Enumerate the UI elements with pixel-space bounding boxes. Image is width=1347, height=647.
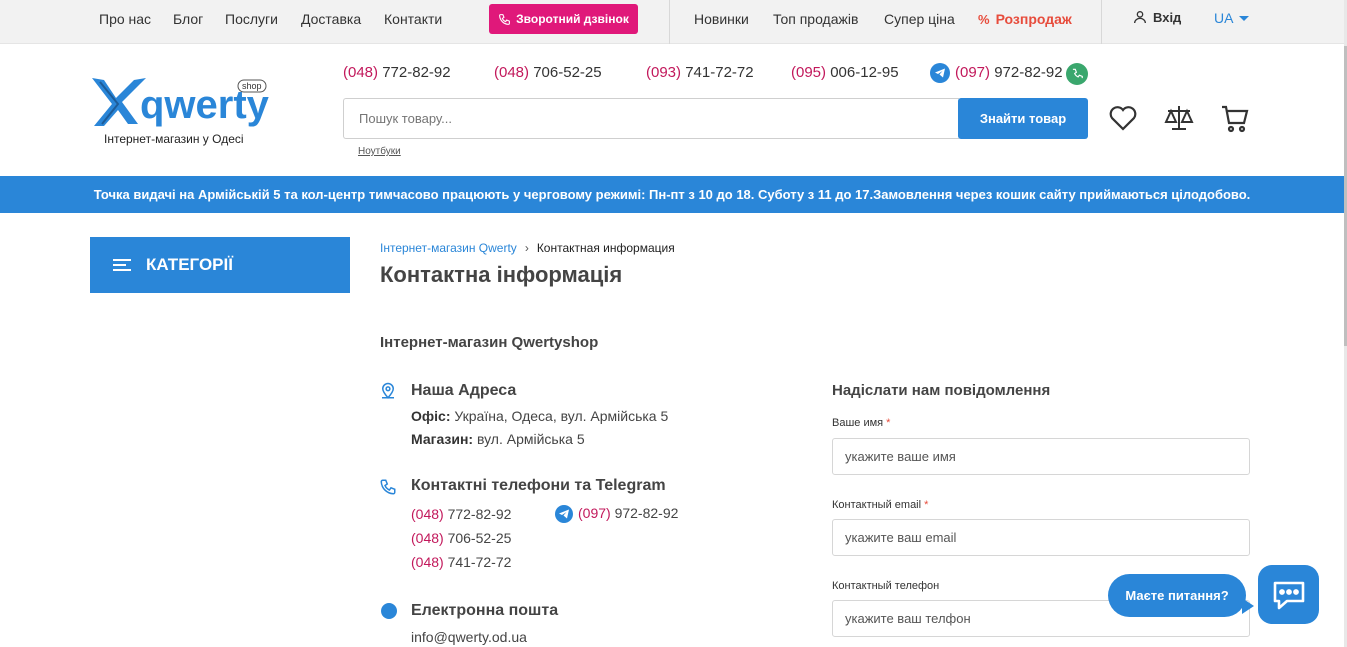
store-name: Інтернет-магазин Qwertyshop [380, 334, 599, 351]
chat-open-button[interactable] [1258, 565, 1319, 624]
contact-phone[interactable]: (048) 741-72-72 [411, 554, 511, 570]
office-address: Офіс: Україна, Одеса, вул. Армійська 5 [411, 408, 668, 424]
user-icon [1134, 11, 1146, 24]
phone-code: (093) [646, 64, 682, 81]
chevron-right-icon: › [524, 241, 529, 255]
chat-bubble-tail [1242, 598, 1254, 614]
office-label: Офіс: [411, 408, 451, 424]
notice-banner: Точка видачі на Армійській 5 та кол-цент… [0, 176, 1344, 213]
categories-label: КАТЕГОРІЇ [146, 255, 233, 274]
breadcrumb: Інтернет-магазин Qwerty › Контактная инф… [380, 241, 675, 255]
cart-icon[interactable] [1219, 102, 1251, 134]
login-label: Вхід [1153, 9, 1182, 25]
phone-code: (048) [411, 530, 444, 546]
callback-button[interactable]: Зворотний дзвінок [489, 4, 638, 34]
contact-phone[interactable]: (048) 772-82-92 [411, 506, 511, 522]
sale-label: Розпродаж [995, 11, 1072, 27]
page-title: Контактна інформація [380, 262, 623, 287]
menu-icon [113, 259, 131, 271]
nav-link-about[interactable]: Про нас [99, 10, 151, 28]
shop-label: Магазин: [411, 431, 474, 447]
header-phone[interactable]: (093) 741-72-72 [646, 64, 754, 81]
phone-code: (048) [343, 64, 379, 81]
nav-link-blog[interactable]: Блог [173, 10, 203, 28]
shop-address: Магазин: вул. Армійська 5 [411, 431, 585, 447]
percent-icon: % [978, 12, 990, 27]
name-field-label: Ваше имя * [832, 417, 890, 429]
breadcrumb-current: Контактная информация [536, 241, 675, 255]
phone-code: (097) [578, 505, 611, 521]
chevron-down-icon [1239, 15, 1250, 21]
search-input[interactable] [343, 98, 959, 139]
phone-number: 706-52-25 [533, 64, 602, 81]
phone-icon [380, 479, 396, 495]
nav-link-delivery[interactable]: Доставка [301, 10, 361, 28]
nav-link-new[interactable]: Новинки [694, 10, 749, 28]
top-bar: Про нас Блог Послуги Доставка Контакти З… [0, 0, 1347, 44]
phone-number: 972-82-92 [994, 63, 1063, 81]
email-field-label: Контактный email * [832, 499, 928, 511]
categories-menu-button[interactable]: КАТЕГОРІЇ [90, 237, 350, 293]
search-hint-link[interactable]: Ноутбуки [358, 146, 401, 157]
nav-link-super-price[interactable]: Супер ціна [884, 10, 955, 28]
telegram-icon [555, 505, 573, 524]
required-mark: * [886, 417, 891, 429]
office-value: Україна, Одеса, вул. Армійська 5 [450, 408, 669, 424]
phone-number: 772-82-92 [443, 506, 512, 522]
telegram-icon [930, 63, 950, 83]
chat-prompt-bubble[interactable]: Маєте питання? [1108, 574, 1246, 617]
email-value[interactable]: info@qwerty.od.ua [411, 629, 527, 645]
phone-number: 741-72-72 [685, 64, 754, 81]
header-phone[interactable]: (048) 772-82-92 [343, 64, 451, 81]
search-button[interactable]: Знайти товар [958, 98, 1088, 139]
nav-link-top-sales[interactable]: Топ продажів [773, 10, 858, 28]
breadcrumb-home[interactable]: Інтернет-магазин Qwerty [380, 241, 517, 255]
form-title: Надіслати нам повідомлення [832, 382, 1051, 399]
contacts-title: Контактні телефони та Telegram [411, 477, 666, 494]
phone-number: 706-52-25 [443, 530, 512, 546]
phone-code: (048) [411, 506, 444, 522]
logo-badge: shop [242, 81, 262, 91]
name-input[interactable] [832, 438, 1250, 475]
header-telegram-phone[interactable]: (097) 972-82-92 [930, 63, 1063, 83]
divider [669, 0, 670, 44]
viber-icon[interactable] [1066, 63, 1088, 85]
logo-tagline: Інтернет-магазин у Одесі [104, 132, 244, 146]
shop-value: вул. Армійська 5 [473, 431, 585, 447]
phone-number: 006-12-95 [830, 64, 899, 81]
nav-link-sale[interactable]: % Розпродаж [978, 10, 1072, 29]
email-title: Електронна пошта [411, 602, 559, 619]
phone-code: (048) [494, 64, 530, 81]
chat-icon [1273, 581, 1304, 609]
phone-code: (048) [411, 554, 444, 570]
email-input[interactable] [832, 519, 1250, 556]
login-button[interactable]: Вхід [1132, 9, 1181, 25]
header-phone[interactable]: (048) 706-52-25 [494, 64, 602, 81]
callback-label: Зворотний дзвінок [516, 12, 629, 26]
compare-scale-icon[interactable] [1163, 102, 1195, 134]
phone-code: (097) [955, 63, 991, 81]
heart-icon[interactable] [1107, 102, 1139, 134]
email-label-text: Контактный email [832, 499, 922, 511]
phone-number: 972-82-92 [610, 505, 679, 521]
contact-telegram-phone[interactable]: (097) 972-82-92 [555, 505, 679, 524]
phone-icon [499, 13, 511, 25]
name-label-text: Ваше имя [832, 417, 884, 429]
nav-link-services[interactable]: Послуги [225, 10, 278, 28]
nav-link-contacts[interactable]: Контакти [384, 10, 442, 28]
language-selector[interactable]: UA [1214, 10, 1250, 26]
email-icon [381, 603, 397, 619]
contact-phone[interactable]: (048) 706-52-25 [411, 530, 511, 546]
header-phone[interactable]: (095) 006-12-95 [791, 64, 899, 81]
location-pin-icon [381, 382, 395, 399]
phone-number: 772-82-92 [382, 64, 451, 81]
address-title: Наша Адреса [411, 382, 517, 399]
required-mark: * [924, 499, 929, 511]
phone-code: (095) [791, 64, 827, 81]
phone-number: 741-72-72 [443, 554, 512, 570]
phone-field-label: Контактный телефон [832, 580, 940, 592]
language-label: UA [1214, 10, 1234, 26]
divider [1101, 0, 1102, 44]
